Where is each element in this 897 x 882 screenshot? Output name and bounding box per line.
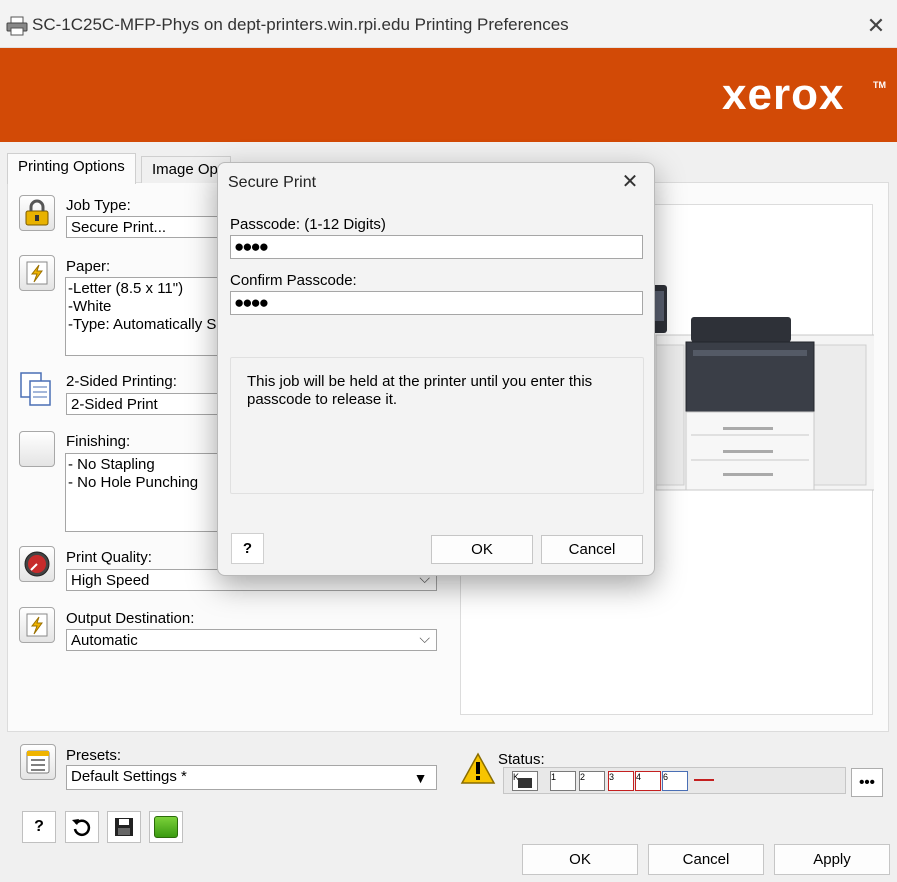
help-button[interactable]: ? xyxy=(22,811,56,843)
paper-color: -White xyxy=(68,298,112,315)
dialog-cancel-button[interactable]: Cancel xyxy=(541,535,643,564)
tab-printing-options[interactable]: Printing Options xyxy=(7,153,136,184)
cancel-button[interactable]: Cancel xyxy=(648,844,764,875)
help-icon: ? xyxy=(34,818,44,835)
tray-label: 1 xyxy=(551,772,557,782)
status-more-button[interactable]: ••• xyxy=(851,768,883,797)
reset-icon xyxy=(72,819,91,836)
tray-6-indicator: 6 xyxy=(662,771,688,791)
green-leaf-icon xyxy=(154,816,178,838)
lock-icon xyxy=(19,195,55,231)
two-sided-select[interactable]: 2-Sided Print xyxy=(66,393,226,415)
apply-button[interactable]: Apply xyxy=(774,844,890,875)
confirm-passcode-input[interactable]: ●●●● xyxy=(230,291,643,315)
tray-3-indicator: 3 xyxy=(608,771,634,791)
paper-summary[interactable]: -Letter (8.5 x 11") -White -Type: Automa… xyxy=(65,277,225,356)
presets-dropdown-button[interactable]: ▼ xyxy=(405,765,437,790)
toner-k-indicator: K xyxy=(512,771,538,791)
save-button[interactable] xyxy=(107,811,141,843)
job-type-select[interactable]: Secure Print... xyxy=(66,216,226,238)
caret-down-icon: ▼ xyxy=(413,770,428,786)
output-arrow-icon xyxy=(694,779,714,781)
tray-label: 2 xyxy=(580,772,586,782)
passcode-input[interactable]: ●●●● xyxy=(230,235,643,259)
paper-type: -Type: Automatically S xyxy=(68,316,217,333)
dialog-help-button[interactable]: ? xyxy=(231,533,264,564)
dialog-info-text: This job will be held at the printer unt… xyxy=(230,357,644,494)
ok-button[interactable]: OK xyxy=(522,844,638,875)
window-title: SC-1C25C-MFP-Phys on dept-printers.win.r… xyxy=(32,15,569,34)
dialog-ok-button[interactable]: OK xyxy=(431,535,533,564)
two-sided-label: 2-Sided Printing: xyxy=(66,373,177,390)
presets-select[interactable]: Default Settings * xyxy=(66,765,406,790)
passcode-label: Passcode: (1-12 Digits) xyxy=(230,216,386,233)
eco-button[interactable] xyxy=(149,811,183,843)
tray-label: 3 xyxy=(609,772,615,782)
dialog-close-icon[interactable]: ✕ xyxy=(618,170,642,194)
status-bar[interactable]: K 1 2 3 4 6 xyxy=(503,767,846,794)
finishing-summary[interactable]: - No Stapling - No Hole Punching xyxy=(65,453,225,532)
job-type-label: Job Type: xyxy=(66,197,131,214)
tray-2-indicator: 2 xyxy=(579,771,605,791)
print-quality-label: Print Quality: xyxy=(66,549,152,566)
trademark-mark: TM xyxy=(873,80,886,90)
output-destination-label: Output Destination: xyxy=(66,610,195,627)
xerox-logo: xerox xyxy=(722,70,845,119)
paper-icon xyxy=(19,255,55,291)
presets-icon xyxy=(20,744,56,780)
output-destination-select[interactable]: Automatic ⌵ xyxy=(66,629,437,651)
finishing-hole-punching: - No Hole Punching xyxy=(68,474,199,491)
window-close-icon[interactable]: ✕ xyxy=(862,12,890,40)
dialog-title: Secure Print xyxy=(228,174,317,191)
output-destination-value: Automatic xyxy=(71,632,138,649)
finishing-stapling: - No Stapling xyxy=(68,456,155,473)
status-label: Status: xyxy=(498,751,545,768)
chevron-down-icon: ⌵ xyxy=(419,630,430,646)
tray-1-indicator: 1 xyxy=(550,771,576,791)
confirm-passcode-label: Confirm Passcode: xyxy=(230,272,357,289)
output-destination-icon xyxy=(19,607,55,643)
duplex-icon xyxy=(18,370,56,408)
print-quality-value: High Speed xyxy=(71,572,150,589)
finishing-label: Finishing: xyxy=(66,433,131,450)
presets-label: Presets: xyxy=(66,747,122,764)
paper-size: -Letter (8.5 x 11") xyxy=(68,280,184,297)
tray-label: 6 xyxy=(663,772,669,782)
warning-icon xyxy=(460,752,496,790)
quality-gauge-icon xyxy=(19,546,55,582)
secure-print-dialog: Secure Print ✕ Passcode: (1-12 Digits) ●… xyxy=(217,162,655,576)
finishing-icon xyxy=(19,431,55,467)
save-icon xyxy=(115,818,133,836)
printer-icon xyxy=(6,16,28,36)
reset-button[interactable] xyxy=(65,811,99,843)
tray-4-indicator: 4 xyxy=(635,771,661,791)
tray-label: 4 xyxy=(636,772,642,782)
help-icon: ? xyxy=(242,540,253,557)
paper-label: Paper: xyxy=(66,258,111,275)
